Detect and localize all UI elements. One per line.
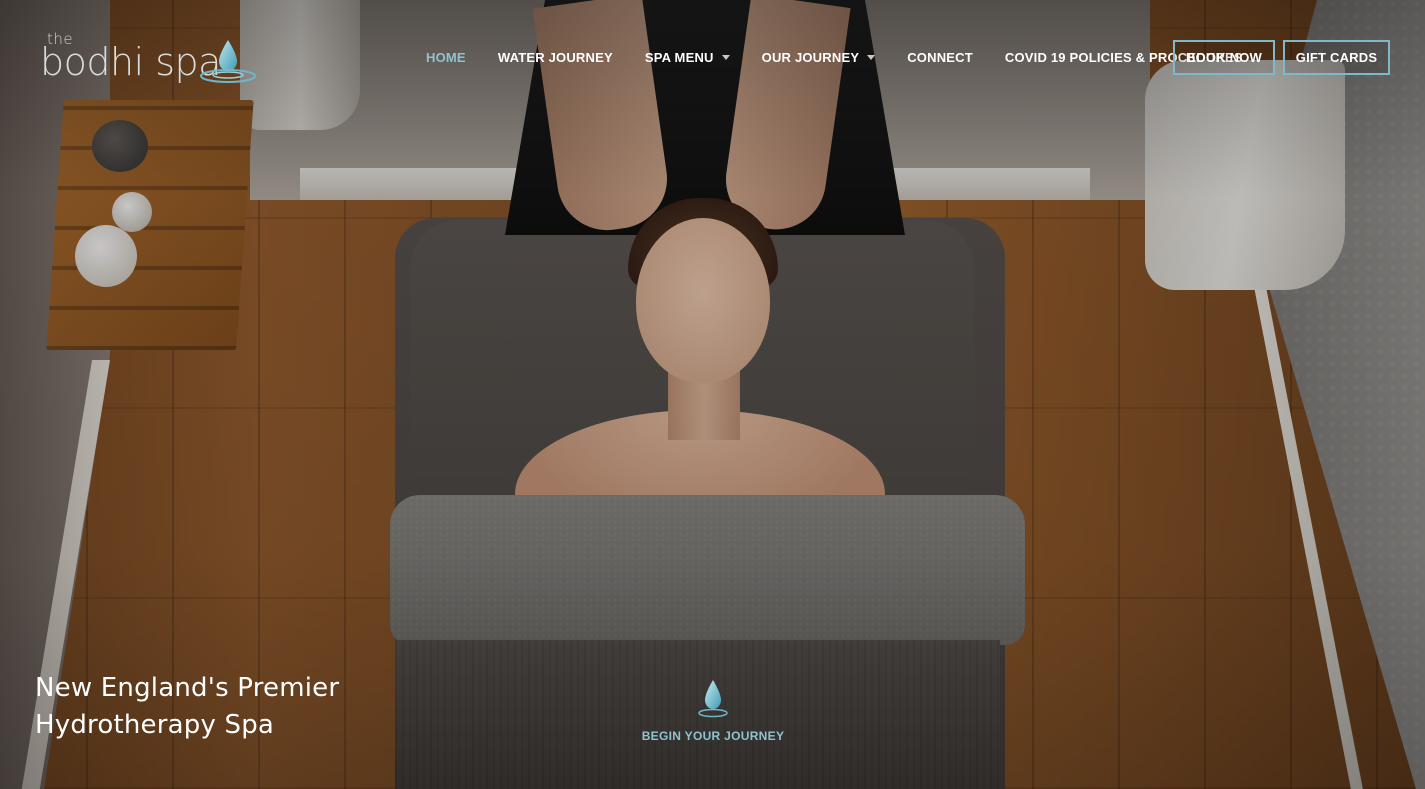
nav-item-water-journey[interactable]: WATER JOURNEY xyxy=(482,40,629,74)
site-logo[interactable]: the bodhi spa xyxy=(40,30,270,90)
chevron-down-icon xyxy=(867,55,876,60)
site-header: the bodhi spa HOME WATER JOURNEY SPA MEN… xyxy=(0,0,1425,110)
nav-item-label: CONNECT xyxy=(907,49,973,65)
nav-item-our-journey[interactable]: OUR JOURNEY xyxy=(746,40,892,74)
water-drop-icon xyxy=(698,680,728,718)
hero-tagline-line1: New England's Premier xyxy=(35,673,340,703)
main-navigation: HOME WATER JOURNEY SPA MENU OUR JOURNEY … xyxy=(410,40,1259,74)
logo-name-text: bodhi spa xyxy=(40,40,221,84)
nav-item-label: HOME xyxy=(426,49,466,65)
nav-item-label: SPA MENU xyxy=(644,49,714,65)
chevron-down-icon xyxy=(721,55,730,60)
begin-journey-button[interactable]: BEGIN YOUR JOURNEY xyxy=(632,678,794,750)
nav-item-connect[interactable]: CONNECT xyxy=(891,40,989,74)
gift-cards-button[interactable]: GIFT CARDS xyxy=(1283,40,1390,75)
nav-item-home[interactable]: HOME xyxy=(410,40,482,74)
begin-journey-label: BEGIN YOUR JOURNEY xyxy=(641,729,785,743)
water-drop-icon xyxy=(200,40,256,83)
nav-item-spa-menu[interactable]: SPA MENU xyxy=(629,40,746,74)
hero-tagline-line2: Hydrotherapy Spa xyxy=(35,710,275,740)
hero-tagline: New England's Premier Hydrotherapy Spa xyxy=(35,670,395,744)
nav-item-label: OUR JOURNEY xyxy=(761,49,860,65)
book-now-button[interactable]: BOOK NOW xyxy=(1173,40,1275,75)
nav-item-label: WATER JOURNEY xyxy=(497,49,613,65)
